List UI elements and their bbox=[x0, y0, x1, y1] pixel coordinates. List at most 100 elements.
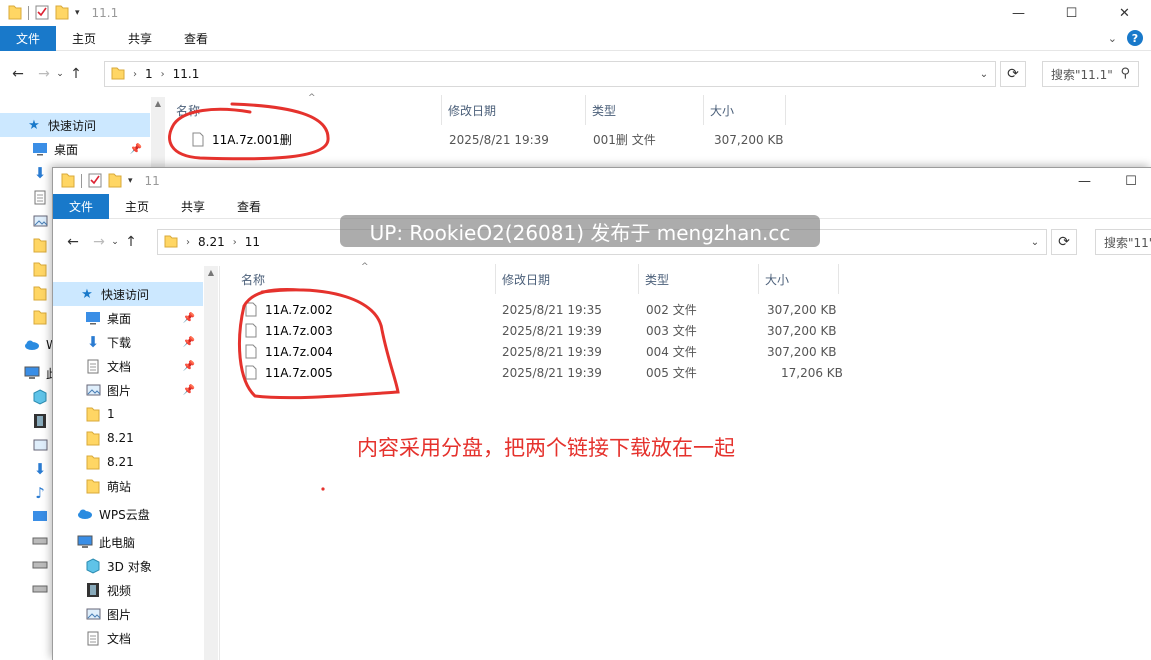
breadcrumb-separator-icon: › bbox=[160, 68, 165, 80]
picture-icon bbox=[85, 382, 101, 398]
pin-icon: 📌 bbox=[129, 143, 142, 155]
column-header-date[interactable]: 修改日期 bbox=[442, 95, 586, 125]
nav-label: 1 bbox=[107, 407, 115, 421]
sidebar-item-folder-821[interactable]: 8.21 bbox=[53, 450, 203, 474]
nav-quick-access[interactable]: ★ 快速访问 bbox=[53, 282, 203, 306]
table-row[interactable]: 11A.7z.004 2025/8/21 19:39 004 文件 307,20… bbox=[243, 341, 843, 362]
properties-icon[interactable] bbox=[35, 4, 49, 23]
table-row[interactable]: 11A.7z.005 2025/8/21 19:39 005 文件 17,206… bbox=[243, 362, 843, 383]
column-label: 修改日期 bbox=[448, 103, 497, 118]
sidebar-item-pictures[interactable]: 图片 bbox=[53, 602, 203, 626]
minimize-button[interactable]: — bbox=[992, 0, 1045, 26]
nav-scrollbar[interactable]: ▲ bbox=[204, 266, 218, 660]
forward-arrow-icon[interactable]: → bbox=[89, 234, 109, 250]
nav-quick-access[interactable]: ★ 快速访问 bbox=[0, 113, 150, 137]
tab-file[interactable]: 文件 bbox=[0, 25, 57, 51]
document-icon bbox=[85, 630, 101, 646]
table-row[interactable]: 11A.7z.003 2025/8/21 19:39 003 文件 307,20… bbox=[243, 320, 843, 341]
address-dropdown-icon[interactable]: ⌄ bbox=[1024, 230, 1046, 254]
table-row[interactable]: 11A.7z.001删 2025/8/21 19:39 001删 文件 307,… bbox=[190, 129, 790, 150]
sidebar-item-wps-cloud[interactable]: WPS云盘 bbox=[53, 498, 203, 530]
maximize-button[interactable]: ☐ bbox=[1045, 0, 1098, 26]
sidebar-item-documents[interactable]: 文档 📌 bbox=[53, 354, 203, 378]
breadcrumb-item[interactable]: 11 bbox=[245, 235, 260, 249]
recent-locations-icon[interactable]: ⌄ bbox=[109, 237, 121, 247]
back-arrow-icon[interactable]: ← bbox=[63, 234, 83, 250]
star-icon: ★ bbox=[28, 117, 40, 133]
sidebar-item-folder-1[interactable]: 1 bbox=[53, 402, 203, 426]
refresh-button[interactable]: ⟳ bbox=[1051, 229, 1077, 255]
tab-view[interactable]: 查看 bbox=[221, 194, 277, 219]
forward-arrow-icon[interactable]: → bbox=[34, 66, 54, 82]
file-icon bbox=[243, 344, 259, 360]
tab-share[interactable]: 共享 bbox=[112, 26, 168, 51]
column-header-date[interactable]: 修改日期 bbox=[496, 264, 639, 294]
video-icon bbox=[85, 582, 101, 598]
folder-icon bbox=[85, 454, 101, 470]
properties-icon[interactable] bbox=[88, 172, 102, 191]
column-header-name[interactable]: 名称 ^ bbox=[235, 262, 496, 294]
column-header-size[interactable]: 大小 bbox=[759, 264, 839, 294]
column-header-size[interactable]: 大小 bbox=[704, 95, 786, 125]
search-input[interactable]: 搜索"11.1" ⚲ bbox=[1042, 61, 1139, 87]
minimize-button[interactable]: — bbox=[1058, 168, 1111, 194]
breadcrumb-separator-icon: › bbox=[186, 236, 190, 248]
sidebar-item-folder-mengzhan[interactable]: 萌站 bbox=[53, 474, 203, 498]
nav-label: 图片 bbox=[107, 607, 132, 622]
nav-desktop[interactable]: 桌面 📌 bbox=[0, 137, 150, 161]
close-button[interactable]: ✕ bbox=[1098, 0, 1151, 26]
address-bar[interactable]: › 1 › 11.1 ⌄ bbox=[104, 61, 996, 87]
tab-home[interactable]: 主页 bbox=[56, 26, 112, 51]
recent-locations-icon[interactable]: ⌄ bbox=[54, 69, 66, 79]
sort-ascending-icon: ^ bbox=[361, 262, 369, 272]
sidebar-item-this-pc[interactable]: 此电脑 bbox=[53, 530, 203, 554]
file-name: 11A.7z.001删 bbox=[212, 133, 292, 147]
scroll-up-icon[interactable]: ▲ bbox=[151, 97, 165, 111]
nav-label: 文档 bbox=[107, 631, 132, 646]
maximize-button[interactable]: ☐ bbox=[1111, 168, 1151, 194]
sidebar-item-3d-objects[interactable]: 3D 对象 bbox=[53, 554, 203, 578]
file-date: 2025/8/21 19:39 bbox=[502, 344, 602, 359]
tab-file[interactable]: 文件 bbox=[53, 193, 110, 219]
column-header-name[interactable]: 名称 ^ bbox=[170, 93, 442, 125]
sidebar-item-documents[interactable]: 文档 bbox=[53, 626, 203, 650]
desktop-icon bbox=[32, 509, 48, 525]
breadcrumb-item[interactable]: 8.21 bbox=[198, 235, 225, 249]
sidebar-item-pictures[interactable]: 图片 📌 bbox=[53, 378, 203, 402]
tab-share[interactable]: 共享 bbox=[165, 194, 221, 219]
search-input[interactable]: 搜索"11" bbox=[1095, 229, 1151, 255]
refresh-button[interactable]: ⟳ bbox=[1000, 61, 1026, 87]
scroll-up-icon[interactable]: ▲ bbox=[204, 266, 218, 280]
file-icon bbox=[190, 132, 206, 148]
help-icon[interactable]: ? bbox=[1127, 30, 1143, 46]
sidebar-item-download[interactable]: ⬇ 下载 📌 bbox=[53, 330, 203, 354]
new-folder-icon[interactable] bbox=[55, 4, 69, 23]
sidebar-item-desktop[interactable]: 桌面 📌 bbox=[53, 306, 203, 330]
nav-label: 桌面 bbox=[54, 142, 79, 157]
star-icon: ★ bbox=[81, 286, 93, 302]
file-icon bbox=[243, 323, 259, 339]
new-folder-icon[interactable] bbox=[108, 172, 122, 191]
breadcrumb-item[interactable]: 1 bbox=[145, 67, 153, 81]
back-arrow-icon[interactable]: ← bbox=[8, 66, 28, 82]
sidebar-item-video[interactable]: 视频 bbox=[53, 578, 203, 602]
tab-view[interactable]: 查看 bbox=[168, 26, 224, 51]
column-header-type[interactable]: 类型 bbox=[639, 264, 759, 294]
nav-label: 图片 bbox=[107, 383, 132, 398]
sidebar-item-folder-821[interactable]: 8.21 bbox=[53, 426, 203, 450]
table-row[interactable]: 11A.7z.002 2025/8/21 19:35 002 文件 307,20… bbox=[243, 299, 843, 320]
breadcrumb-item[interactable]: 11.1 bbox=[173, 67, 200, 81]
download-icon: ⬇ bbox=[86, 333, 100, 351]
up-arrow-icon[interactable]: ↑ bbox=[121, 234, 141, 250]
column-header-type[interactable]: 类型 bbox=[586, 95, 704, 125]
address-dropdown-icon[interactable]: ⌄ bbox=[973, 62, 995, 86]
folder-icon bbox=[61, 172, 75, 191]
breadcrumb-separator-icon: › bbox=[133, 68, 137, 80]
tab-home[interactable]: 主页 bbox=[109, 194, 165, 219]
file-icon bbox=[243, 302, 259, 318]
search-icon: ⚲ bbox=[1120, 66, 1130, 81]
nav-label: 3D 对象 bbox=[107, 559, 152, 574]
up-arrow-icon[interactable]: ↑ bbox=[66, 66, 86, 82]
chevron-down-icon[interactable]: ⌄ bbox=[1108, 32, 1117, 45]
computer-icon bbox=[77, 534, 93, 550]
